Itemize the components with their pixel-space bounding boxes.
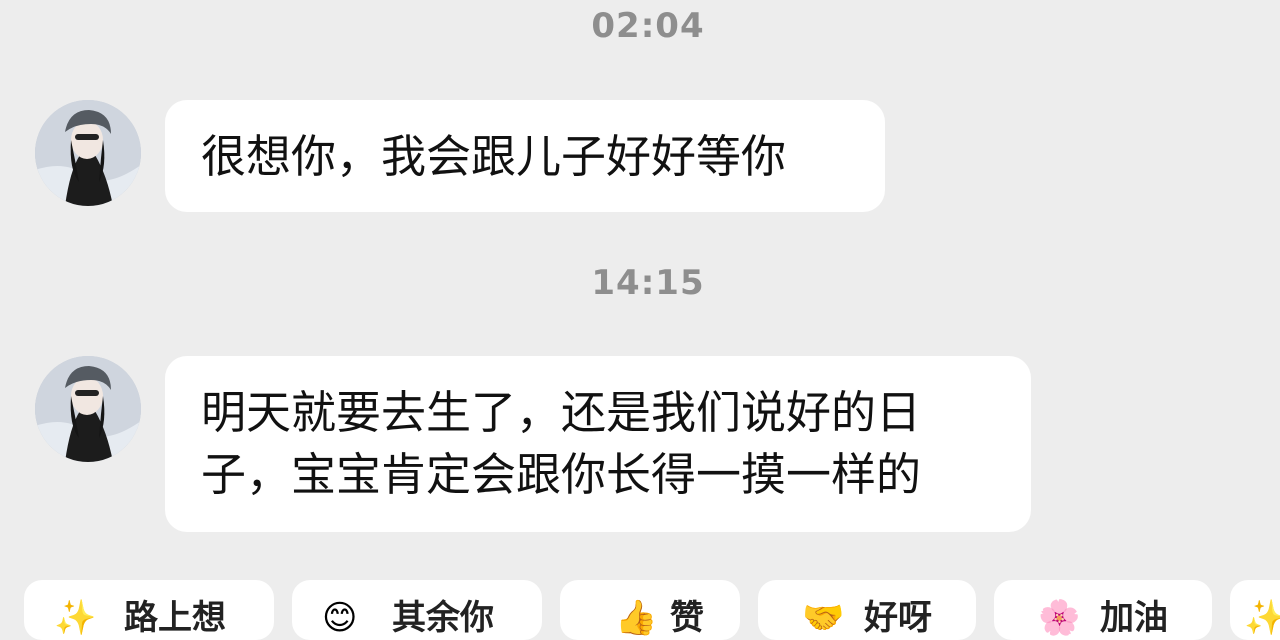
quick-reply-chip[interactable]: ✨ 路上想 — [24, 580, 274, 640]
message-text: 很想你，我会跟儿子好好等你 — [201, 130, 787, 183]
flower-icon: 🌸 — [1038, 598, 1081, 638]
message-text-line: 子，宝宝肯定会跟你长得一摸一样的 — [201, 448, 922, 501]
quick-reply-chip[interactable]: 😊 其余你 — [292, 580, 542, 640]
smile-icon: 😊 — [322, 598, 358, 638]
avatar[interactable] — [35, 356, 141, 462]
timestamp: 14:15 — [591, 263, 705, 303]
quick-reply-bar: ✨ 路上想 😊 其余你 👍 赞 🤝 好呀 🌸 加油 ✨ — [0, 580, 1280, 640]
handshake-icon: 🤝 — [802, 598, 845, 638]
sparkle-icon: ✨ — [1244, 598, 1280, 638]
avatar[interactable] — [35, 100, 141, 206]
avatar-image — [35, 100, 141, 206]
quick-reply-chip[interactable]: ✨ — [1230, 580, 1280, 640]
message-bubble[interactable]: 明天就要去生了，还是我们说好的日 子，宝宝肯定会跟你长得一摸一样的 — [165, 356, 1031, 532]
avatar-image — [35, 356, 141, 462]
quick-reply-label: 好呀 — [864, 598, 932, 638]
quick-reply-label: 赞 — [670, 598, 704, 638]
quick-reply-chip[interactable]: 👍 赞 — [560, 580, 740, 640]
quick-reply-chip[interactable]: 🤝 好呀 — [758, 580, 976, 640]
thumbs-up-icon: 👍 — [615, 598, 658, 638]
quick-reply-label: 其余你 — [392, 598, 494, 638]
quick-reply-label: 加油 — [1100, 598, 1168, 638]
hearts-icon: ✨ — [54, 598, 97, 638]
timestamp: 02:04 — [591, 6, 705, 46]
quick-reply-chip[interactable]: 🌸 加油 — [994, 580, 1212, 640]
message-bubble[interactable]: 很想你，我会跟儿子好好等你 — [165, 100, 885, 212]
message-text-line: 明天就要去生了，还是我们说好的日 — [201, 386, 922, 439]
quick-reply-label: 路上想 — [124, 598, 226, 638]
